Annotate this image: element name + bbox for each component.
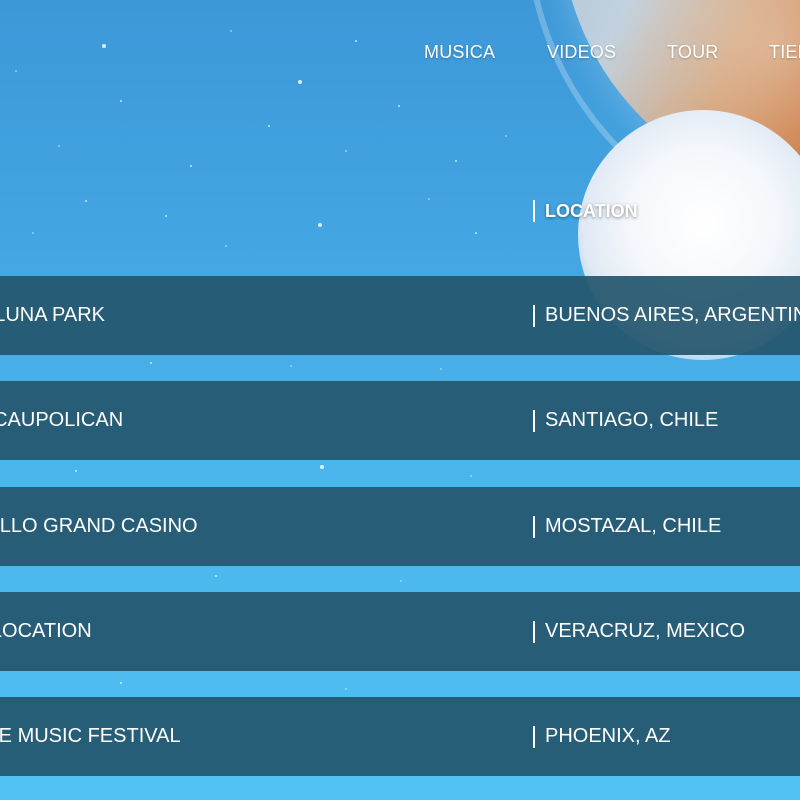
location-text: SANTIAGO, CHILE [545,409,719,431]
location-cell: BUENOS AIRES, ARGENTIN [533,304,800,327]
column-divider [533,409,535,432]
location-cell: PHOENIX, AZ [533,725,671,748]
location-cell: VERACRUZ, MEXICO [533,620,745,643]
nav-item-tienda[interactable]: TIEN [769,42,800,63]
venue-name: CELLO GRAND CASINO [0,515,198,537]
location-text: MOSTAZAL, CHILE [545,515,722,537]
column-divider [533,304,535,327]
location-text: BUENOS AIRES, ARGENTIN [545,304,800,326]
tour-page: MUSICA VIDEOS TOUR TIEN LOCATION M LUNA … [0,0,800,800]
tour-row[interactable]: E LOCATION VERACRUZ, MEXICO [0,592,800,671]
nav-item-tour[interactable]: TOUR [667,42,718,63]
tour-row[interactable]: AKE MUSIC FESTIVAL PHOENIX, AZ [0,697,800,776]
main-nav: MUSICA VIDEOS TOUR TIEN [0,42,800,66]
venue-name: M LUNA PARK [0,304,105,326]
tour-row[interactable]: CELLO GRAND CASINO MOSTAZAL, CHILE [0,487,800,566]
location-cell: MOSTAZAL, CHILE [533,515,721,538]
nav-item-musica[interactable]: MUSICA [424,42,495,63]
tour-row[interactable]: M LUNA PARK BUENOS AIRES, ARGENTIN [0,276,800,355]
venue-name: O CAUPOLICAN [0,409,124,431]
nav-item-videos[interactable]: VIDEOS [547,42,616,63]
bottom-background-strip [0,776,800,800]
location-cell: SANTIAGO, CHILE [533,409,718,432]
location-text: PHOENIX, AZ [545,725,671,747]
column-divider [533,200,535,222]
location-text: VERACRUZ, MEXICO [545,620,746,642]
column-divider [533,725,535,748]
column-divider [533,620,535,643]
location-header-label: LOCATION [545,200,638,221]
tour-row[interactable]: O CAUPOLICAN SANTIAGO, CHILE [0,381,800,460]
location-column-header: LOCATION [533,199,638,223]
venue-name: E LOCATION [0,620,92,642]
venue-name: AKE MUSIC FESTIVAL [0,725,181,747]
column-divider [533,515,535,538]
